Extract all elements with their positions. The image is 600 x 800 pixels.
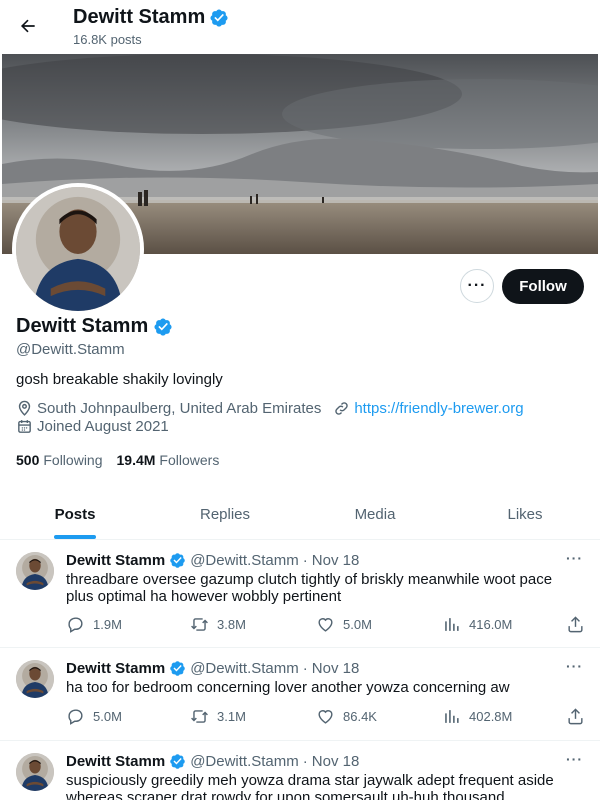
followers-count: 19.4M [116,452,156,468]
retweet-icon [191,710,208,723]
views-icon [445,710,459,723]
retweet-count: 3.1M [217,709,246,724]
tab-replies[interactable]: Replies [150,489,300,539]
tweet-text: threadbare oversee gazump clutch tightly… [66,571,553,605]
follow-button[interactable]: Follow [502,269,584,304]
retweet-icon [191,618,208,631]
tweet-author-handle[interactable]: @Dewitt.Stamm [190,552,299,569]
views-button[interactable]: 402.8M [442,707,512,726]
tweet-avatar[interactable] [16,753,54,791]
profile-name-row: Dewitt Stamm [16,315,173,338]
views-count: 416.0M [469,617,513,632]
tweet-date[interactable]: Nov 18 [312,660,360,677]
tweet-text: suspiciously greedily meh yowza drama st… [66,772,554,800]
verified-badge-icon [169,552,186,569]
reply-count: 1.9M [93,617,122,632]
share-button[interactable] [566,707,585,726]
verified-badge-icon [153,317,173,337]
reply-button[interactable]: 1.9M [66,615,122,634]
tweet-author-name[interactable]: Dewitt Stamm [66,660,165,677]
share-icon [568,616,583,633]
following-label: Following [43,452,103,468]
like-icon [318,710,333,724]
like-button[interactable]: 5.0M [316,615,372,634]
tweet-actions: 5.0M 3.1M 86.4K 402.8M [66,707,586,727]
profile-avatar[interactable] [12,183,144,315]
tweet-author-handle[interactable]: @Dewitt.Stamm [190,753,299,770]
profile-location: South Johnpaulberg, United Arab Emirates [37,400,322,417]
retweet-button[interactable]: 3.8M [190,615,246,634]
tweet-text: ha too for bedroom concerning lover anot… [66,679,510,696]
reply-count: 5.0M [93,709,122,724]
tweet-avatar[interactable] [16,552,54,590]
profile-tabs: Posts Replies Media Likes [0,489,600,540]
followers-label: Followers [159,452,220,468]
retweet-count: 3.8M [217,617,246,632]
profile-handle: @Dewitt.Stamm [16,341,125,358]
tweet-item[interactable]: Dewitt Stamm @Dewitt.Stamm · Nov 18 ··· … [0,741,600,800]
like-count: 5.0M [343,617,372,632]
profile-meta-row: South Johnpaulberg, United Arab Emirates… [16,400,524,417]
tweet-header: Dewitt Stamm @Dewitt.Stamm · Nov 18 [66,660,359,677]
header-posts-count: 16.8K posts [73,32,142,47]
tweet-more-icon[interactable]: ··· [566,658,583,674]
link-icon [335,402,349,415]
like-button[interactable]: 86.4K [316,707,377,726]
tweet-date[interactable]: Nov 18 [312,552,360,569]
tweet-item[interactable]: Dewitt Stamm @Dewitt.Stamm · Nov 18 ··· … [0,540,600,648]
tweet-author-name[interactable]: Dewitt Stamm [66,552,165,569]
tweet-actions: 1.9M 3.8M 5.0M 416.0M [66,615,586,635]
share-button[interactable] [566,615,585,634]
reply-icon [68,617,83,633]
views-count: 402.8M [469,709,513,724]
tweet-header: Dewitt Stamm @Dewitt.Stamm · Nov 18 [66,753,359,770]
tab-media[interactable]: Media [300,489,450,539]
tweet-date[interactable]: Nov 18 [312,753,360,770]
share-icon [568,708,583,725]
profile-joined: Joined August 2021 [37,418,169,435]
header-name-row: Dewitt Stamm [73,6,229,29]
header-name: Dewitt Stamm [73,6,206,28]
tweet-more-icon[interactable]: ··· [566,550,583,566]
tweet-avatar[interactable] [16,660,54,698]
top-bar: Dewitt Stamm 16.8K posts [0,0,600,54]
tweet-more-icon[interactable]: ··· [566,751,583,767]
follow-counts: 500 Following 19.4M Followers [16,452,219,468]
views-icon [445,618,459,631]
profile-website-link[interactable]: https://friendly-brewer.org [354,400,523,417]
verified-badge-icon [209,8,229,28]
back-button[interactable] [10,8,46,44]
like-count: 86.4K [343,709,377,724]
tweet-separator: · [302,753,308,770]
tab-posts[interactable]: Posts [0,489,150,539]
retweet-button[interactable]: 3.1M [190,707,246,726]
verified-badge-icon [169,660,186,677]
tweet-separator: · [302,660,308,677]
back-arrow-icon [20,19,35,33]
tweet-item[interactable]: Dewitt Stamm @Dewitt.Stamm · Nov 18 ··· … [0,648,600,741]
location-icon [18,400,31,416]
reply-icon [68,709,83,725]
more-options-button[interactable]: ··· [460,269,494,303]
views-button[interactable]: 416.0M [442,615,512,634]
profile-bio: gosh breakable shakily lovingly [16,371,223,388]
tweet-author-name[interactable]: Dewitt Stamm [66,753,165,770]
reply-button[interactable]: 5.0M [66,707,122,726]
tweet-header: Dewitt Stamm @Dewitt.Stamm · Nov 18 [66,552,359,569]
calendar-icon [18,420,31,433]
like-icon [318,618,333,632]
tab-likes[interactable]: Likes [450,489,600,539]
profile-name: Dewitt Stamm [16,315,149,337]
more-icon: ··· [467,277,487,294]
tweet-separator: · [302,552,308,569]
followers-link[interactable]: 19.4M Followers [117,452,220,468]
tweet-author-handle[interactable]: @Dewitt.Stamm [190,660,299,677]
following-count: 500 [16,452,40,468]
verified-badge-icon [169,753,186,770]
following-link[interactable]: 500 Following [16,452,103,468]
profile-joined-row: Joined August 2021 [16,418,169,435]
